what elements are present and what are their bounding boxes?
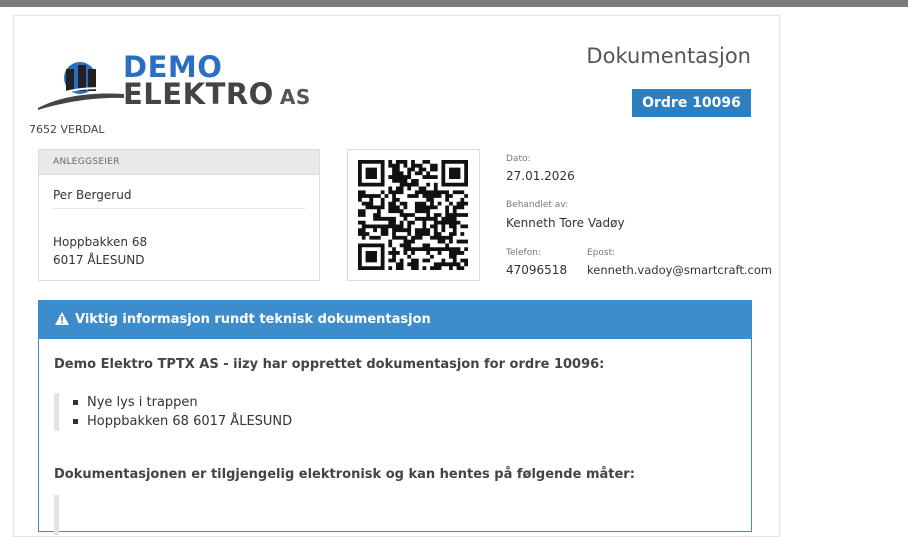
top-bar — [0, 0, 908, 7]
info-panel-title: Viktig informasjon rundt teknisk dokumen… — [75, 312, 431, 327]
date-label: Dato: — [506, 154, 531, 164]
info-panel: Viktig informasjon rundt teknisk dokumen… — [38, 300, 752, 535]
owner-divider — [53, 208, 305, 209]
logo-text-elektro: ELEKTRO AS — [123, 77, 311, 111]
company-address: 7652 VERDAL — [29, 123, 105, 136]
handled-by-label: Behandlet av: — [506, 200, 569, 210]
phone-label: Telefon: — [506, 248, 541, 258]
list-item: Hoppbakken 68 6017 ÅLESUND — [72, 414, 293, 429]
company-logo: DEMO ELEKTRO AS — [36, 50, 316, 114]
order-items-list: Nye lys i trappen Hoppbakken 68 6017 ÅLE… — [59, 393, 292, 431]
email-value[interactable]: kenneth.vadoy@smartcraft.com — [587, 263, 772, 277]
document-title: Dokumentasjon — [586, 44, 751, 68]
owner-name: Per Bergerud — [53, 188, 132, 202]
order-items-quote: Nye lys i trappen Hoppbakken 68 6017 ÅLE… — [54, 393, 292, 431]
info-intro: Demo Elektro TPTX AS - iizy har opprette… — [54, 357, 605, 372]
warning-icon — [55, 303, 69, 341]
handled-by-value: Kenneth Tore Vadøy — [506, 216, 625, 230]
list-item: Nye lys i trappen — [72, 393, 292, 412]
order-number-badge: Ordre 10096 — [632, 89, 751, 117]
qr-code-card — [347, 149, 480, 281]
logo-text-elektro-main: ELEKTRO — [123, 77, 274, 111]
owner-street: Hoppbakken 68 — [53, 235, 148, 249]
logo-text-as: AS — [279, 85, 311, 109]
logo-emblem-icon — [38, 62, 124, 110]
phone-value: 47096518 — [506, 263, 568, 277]
date-value: 27.01.2026 — [506, 169, 575, 183]
availability-quote — [54, 495, 59, 535]
owner-card-heading: ANLEGGSEIER — [39, 150, 319, 175]
owner-card: ANLEGGSEIER Per Bergerud Hoppbakken 68 6… — [38, 149, 320, 281]
availability-text: Dokumentasjonen er tilgjengelig elektron… — [54, 467, 635, 482]
qr-code-icon — [358, 160, 468, 270]
info-panel-heading: Viktig informasjon rundt teknisk dokumen… — [39, 301, 751, 339]
owner-city: 6017 ÅLESUND — [53, 253, 145, 267]
email-label: Epost: — [587, 248, 616, 258]
